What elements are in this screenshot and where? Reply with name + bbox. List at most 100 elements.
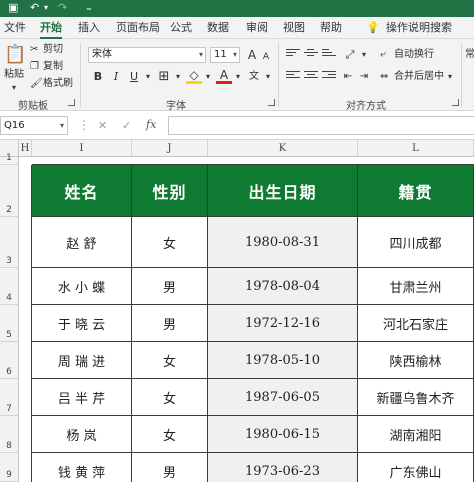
decrease-indent-icon[interactable]: ⇤ — [340, 69, 356, 85]
font-size-select[interactable]: 11 ▾ — [210, 47, 240, 63]
cell-native-place[interactable]: 河北石家庄 — [358, 305, 474, 342]
tab-review[interactable]: 审阅 — [246, 21, 268, 35]
align-bottom-icon[interactable] — [322, 49, 336, 61]
merge-center-icon[interactable]: ⇔ — [380, 71, 388, 83]
cell-native-place[interactable]: 新疆乌鲁木齐 — [358, 379, 474, 416]
cell-gender[interactable]: 女 — [132, 379, 208, 416]
cell-birthdate[interactable]: 1978-08-04 — [208, 268, 358, 305]
cell-name[interactable]: 杨 岚 — [32, 416, 132, 453]
merge-dropdown-icon[interactable]: ▾ — [448, 71, 452, 83]
borders-dropdown-icon[interactable]: ▾ — [170, 69, 186, 85]
row-header-9[interactable]: 9 — [0, 453, 19, 482]
cell-gender[interactable]: 男 — [132, 305, 208, 342]
row-header-7[interactable]: 7 — [0, 379, 19, 416]
header-birthdate[interactable]: 出生日期 — [208, 165, 358, 217]
wrap-text-icon[interactable]: ⤶ — [380, 49, 386, 61]
cell-name[interactable]: 周 瑞 进 — [32, 342, 132, 379]
tab-formulas[interactable]: 公式 — [170, 21, 192, 35]
align-top-icon[interactable] — [286, 49, 300, 61]
chevron-down-icon[interactable]: ▾ — [60, 117, 64, 134]
column-header-i[interactable]: I — [32, 140, 132, 157]
cell-name[interactable]: 钱 黄 萍 — [32, 453, 132, 482]
tab-help[interactable]: 帮助 — [320, 21, 342, 35]
bold-button[interactable]: B — [90, 69, 106, 85]
orientation-dropdown-icon[interactable]: ▾ — [356, 47, 372, 63]
shrink-font-icon[interactable]: A — [258, 49, 274, 65]
row-header-4[interactable]: 4 — [0, 268, 19, 305]
cell-native-place[interactable]: 陕西榆林 — [358, 342, 474, 379]
column-header-h[interactable]: H — [19, 140, 32, 157]
cell-gender[interactable]: 男 — [132, 453, 208, 482]
enter-icon[interactable]: ✓ — [122, 119, 131, 132]
format-painter-button[interactable]: 格式刷 — [43, 78, 73, 90]
cell-native-place[interactable]: 甘肃兰州 — [358, 268, 474, 305]
align-middle-icon[interactable] — [304, 49, 318, 61]
cell-gender[interactable]: 女 — [132, 416, 208, 453]
format-painter-icon[interactable]: 🖌 — [30, 78, 43, 90]
save-icon[interactable]: ▣ — [8, 1, 18, 15]
header-gender[interactable]: 性别 — [132, 165, 208, 217]
row-header-1[interactable]: 1 — [0, 153, 19, 165]
align-left-icon[interactable] — [286, 71, 300, 83]
column-header-k[interactable]: K — [208, 140, 358, 157]
number-format-select[interactable]: 常 — [465, 49, 474, 61]
tab-insert[interactable]: 插入 — [78, 21, 100, 35]
column-header-l[interactable]: L — [358, 140, 474, 157]
fill-color-dropdown-icon[interactable]: ▾ — [200, 69, 216, 85]
clipboard-launcher-icon[interactable] — [68, 99, 75, 106]
alignment-launcher-icon[interactable] — [452, 99, 459, 106]
cell-name[interactable]: 水 小 蝶 — [32, 268, 132, 305]
tab-home[interactable]: 开始 — [40, 21, 62, 39]
header-native-place[interactable]: 籍贯 — [358, 165, 474, 217]
cancel-icon[interactable]: ✕ — [98, 119, 107, 132]
tab-view[interactable]: 视图 — [283, 21, 305, 35]
wrap-text-button[interactable]: 自动换行 — [394, 49, 434, 61]
formula-bar-grip-icon[interactable]: ⋮ — [78, 118, 90, 132]
font-color-dropdown-icon[interactable]: ▾ — [230, 69, 246, 85]
header-name[interactable]: 姓名 — [32, 165, 132, 217]
tab-page-layout[interactable]: 页面布局 — [116, 21, 160, 35]
undo-dropdown-icon[interactable]: ▾ — [44, 1, 48, 15]
cut-button[interactable]: 剪切 — [43, 44, 63, 56]
underline-dropdown-icon[interactable]: ▾ — [140, 69, 156, 85]
increase-indent-icon[interactable]: ⇥ — [356, 69, 372, 85]
cut-icon[interactable]: ✂ — [30, 44, 38, 56]
redo-icon[interactable]: ↷ — [58, 1, 67, 15]
cell-gender[interactable]: 女 — [132, 217, 208, 268]
cell-birthdate[interactable]: 1978-05-10 — [208, 342, 358, 379]
row-header-3[interactable]: 3 — [0, 217, 19, 268]
cell-native-place[interactable]: 湖南湘阳 — [358, 416, 474, 453]
cell-native-place[interactable]: 四川成都 — [358, 217, 474, 268]
cell-birthdate[interactable]: 1980-06-15 — [208, 416, 358, 453]
phonetic-dropdown-icon[interactable]: ▾ — [260, 69, 276, 85]
row-header-2[interactable]: 2 — [0, 165, 19, 217]
cell-birthdate[interactable]: 1973-06-23 — [208, 453, 358, 482]
cell-native-place[interactable]: 广东佛山 — [358, 453, 474, 482]
tab-file[interactable]: 文件 — [4, 21, 26, 35]
cell-birthdate[interactable]: 1980-08-31 — [208, 217, 358, 268]
cell-name[interactable]: 于 晓 云 — [32, 305, 132, 342]
paste-icon[interactable]: 📋 — [4, 45, 26, 65]
cell-gender[interactable]: 男 — [132, 268, 208, 305]
paste-dropdown-icon[interactable]: ▾ — [12, 82, 16, 94]
customize-quick-access-icon[interactable]: ₌ — [86, 1, 92, 15]
merge-center-button[interactable]: 合并后居中 — [394, 71, 444, 83]
cell-birthdate[interactable]: 1987-06-05 — [208, 379, 358, 416]
copy-button[interactable]: 复制 — [43, 61, 63, 73]
cell-birthdate[interactable]: 1972-12-16 — [208, 305, 358, 342]
cell-name[interactable]: 吕 半 芹 — [32, 379, 132, 416]
italic-button[interactable]: I — [108, 69, 124, 85]
undo-icon[interactable]: ↶ — [30, 1, 39, 15]
cell-gender[interactable]: 女 — [132, 342, 208, 379]
formula-input[interactable] — [168, 116, 474, 135]
font-launcher-icon[interactable] — [268, 99, 275, 106]
font-name-select[interactable]: 宋体 ▾ — [88, 47, 206, 63]
insert-function-icon[interactable]: fx — [146, 118, 156, 131]
cell-name[interactable]: 赵 舒 — [32, 217, 132, 268]
paste-button[interactable]: 粘贴 — [4, 69, 24, 81]
tell-me-search[interactable]: 操作说明搜索 — [386, 21, 452, 35]
row-header-5[interactable]: 5 — [0, 305, 19, 342]
copy-icon[interactable]: ❐ — [30, 61, 39, 73]
align-center-icon[interactable] — [304, 71, 318, 83]
row-header-6[interactable]: 6 — [0, 342, 19, 379]
